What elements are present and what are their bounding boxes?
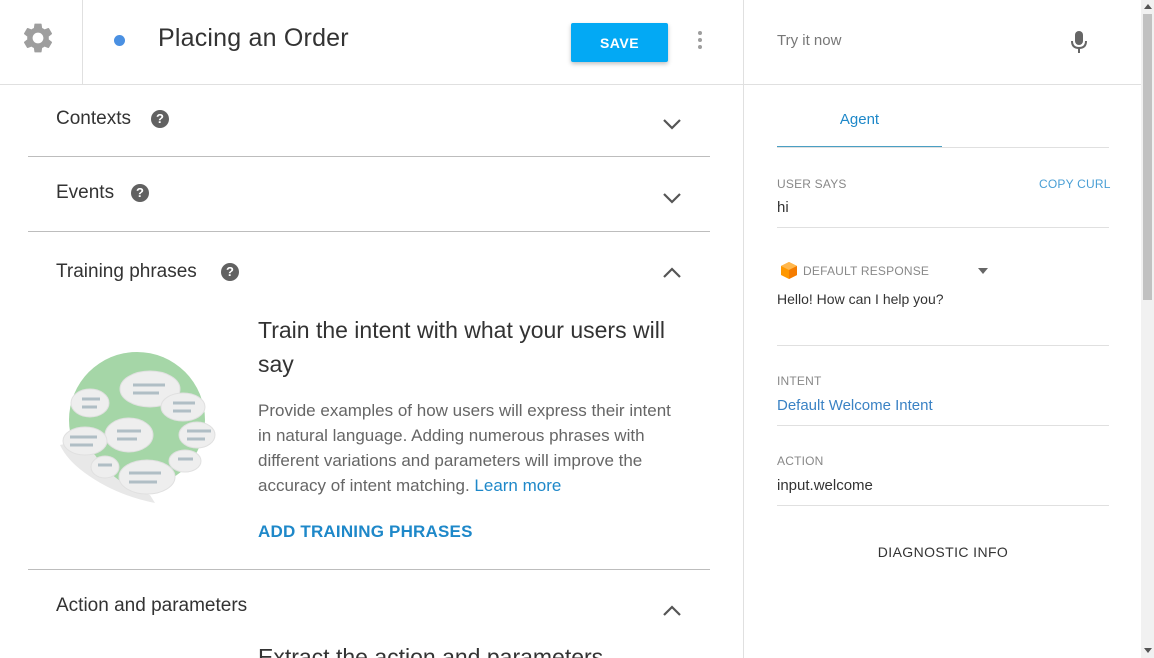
diagnostic-info-button[interactable]: DIAGNOSTIC INFO xyxy=(777,544,1109,560)
action-parameters-title[interactable]: Action and parameters xyxy=(56,595,247,617)
try-it-panel: Try it now Agent USER SAYS COPY CURL hi … xyxy=(743,0,1142,658)
help-icon[interactable]: ? xyxy=(131,184,149,202)
gear-icon[interactable] xyxy=(20,20,56,56)
help-icon[interactable]: ? xyxy=(221,263,239,281)
save-button[interactable]: SAVE xyxy=(571,23,668,62)
settings-cell[interactable] xyxy=(0,0,83,84)
section-divider xyxy=(28,156,710,157)
action-value: input.welcome xyxy=(777,477,873,494)
contexts-title[interactable]: Contexts xyxy=(56,108,131,130)
learn-more-link[interactable]: Learn more xyxy=(474,476,561,495)
tab-divider xyxy=(777,147,1109,148)
default-response-value: Hello! How can I help you? xyxy=(777,291,944,307)
app-root: Placing an Order SAVE Contexts ? Events … xyxy=(0,0,1154,658)
section-divider xyxy=(28,569,710,570)
more-vert-icon[interactable] xyxy=(690,29,710,51)
chevron-down-icon[interactable] xyxy=(662,192,682,204)
scroll-up-arrow[interactable] xyxy=(1144,4,1152,9)
default-response-label: DEFAULT RESPONSE xyxy=(803,264,930,278)
training-description: Provide examples of how users will expre… xyxy=(258,398,688,498)
chevron-up-icon[interactable] xyxy=(662,605,682,617)
mic-icon[interactable] xyxy=(1070,30,1088,54)
user-says-label: USER SAYS xyxy=(777,177,847,191)
dropdown-caret-icon[interactable] xyxy=(978,268,988,274)
tab-agent[interactable]: Agent xyxy=(777,98,942,148)
action-label: ACTION xyxy=(777,454,824,468)
add-training-phrases-button[interactable]: ADD TRAINING PHRASES xyxy=(258,522,473,542)
cube-icon xyxy=(781,262,797,279)
intent-header: Placing an Order SAVE xyxy=(0,0,744,85)
scroll-thumb[interactable] xyxy=(1143,14,1152,300)
intent-value-link[interactable]: Default Welcome Intent xyxy=(777,397,933,414)
field-divider xyxy=(777,345,1109,346)
intent-title[interactable]: Placing an Order xyxy=(158,24,349,53)
section-divider xyxy=(28,231,710,232)
try-it-bar: Try it now xyxy=(744,0,1142,85)
intent-label: INTENT xyxy=(777,374,822,388)
chat-bubbles-illustration xyxy=(60,352,216,503)
field-divider xyxy=(777,505,1109,506)
field-divider xyxy=(777,425,1109,426)
scrollbar[interactable] xyxy=(1141,0,1154,658)
scroll-down-arrow[interactable] xyxy=(1144,648,1152,653)
chevron-down-icon[interactable] xyxy=(662,118,682,130)
status-dot xyxy=(114,35,125,46)
field-divider xyxy=(777,227,1109,228)
try-it-input[interactable]: Try it now xyxy=(777,32,841,49)
help-icon[interactable]: ? xyxy=(151,110,169,128)
training-heading: Train the intent with what your users wi… xyxy=(258,317,665,377)
chevron-up-icon[interactable] xyxy=(662,267,682,279)
action-heading: Extract the action and parameters xyxy=(258,644,604,658)
training-phrases-title[interactable]: Training phrases xyxy=(56,261,197,283)
events-title[interactable]: Events xyxy=(56,182,114,204)
copy-curl-button[interactable]: COPY CURL xyxy=(1039,177,1111,191)
user-says-value: hi xyxy=(777,199,789,216)
training-description-text: Provide examples of how users will expre… xyxy=(258,401,671,495)
